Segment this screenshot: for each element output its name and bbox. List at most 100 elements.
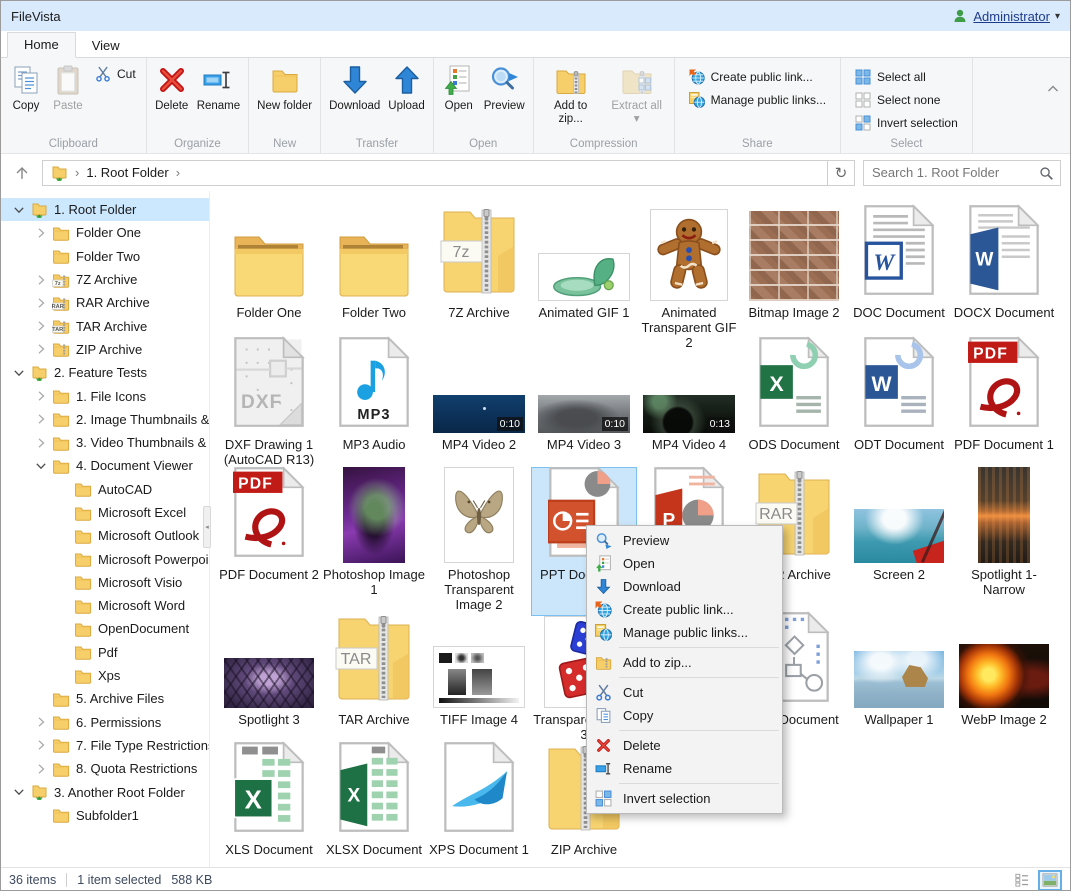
- chevron-collapsed-icon[interactable]: [33, 388, 49, 404]
- chevron-collapsed-icon[interactable]: [33, 761, 49, 777]
- delete-button[interactable]: Delete: [151, 60, 193, 114]
- tree-item-microsoft-word[interactable]: Microsoft Word: [1, 594, 209, 617]
- file-item-pdf-document-2[interactable]: PDFPDF Document 2: [217, 468, 321, 615]
- chevron-collapsed-icon[interactable]: [33, 295, 49, 311]
- create-public-link-button[interactable]: Create public link...: [683, 67, 832, 87]
- tree-item-autocad[interactable]: AutoCAD: [1, 478, 209, 501]
- file-item-folder-one[interactable]: Folder One: [217, 206, 321, 353]
- chevron-collapsed-icon[interactable]: [33, 714, 49, 730]
- file-item-tar-archive[interactable]: TARTAR Archive: [322, 613, 426, 745]
- tree-splitter-handle[interactable]: ◂: [203, 506, 211, 548]
- menu-item-cut[interactable]: Cut: [587, 681, 782, 704]
- file-item-photoshop-image-1[interactable]: Photoshop Image 1: [322, 468, 426, 615]
- breadcrumb[interactable]: › 1. Root Folder ›: [42, 160, 828, 186]
- tree-item-4-document-viewer[interactable]: 4. Document Viewer: [1, 454, 209, 477]
- search-input[interactable]: [864, 161, 1060, 185]
- menu-item-create-public-link[interactable]: Create public link...: [587, 598, 782, 621]
- file-item-bitmap-image-2[interactable]: Bitmap Image 2: [742, 206, 846, 353]
- chevron-collapsed-icon[interactable]: [33, 435, 49, 451]
- file-item-7z-archive[interactable]: 7z7Z Archive: [427, 206, 531, 353]
- menu-item-preview[interactable]: Preview: [587, 529, 782, 552]
- file-item-folder-two[interactable]: Folder Two: [322, 206, 426, 353]
- select-none-button[interactable]: Select none: [849, 90, 964, 110]
- new-folder-button[interactable]: New folder: [253, 60, 316, 114]
- thumbnails-view-button[interactable]: [1038, 870, 1062, 891]
- tree-item-3-video-thumbnails-m[interactable]: 3. Video Thumbnails & M: [1, 431, 209, 454]
- tree-item-2-image-thumbnails-i[interactable]: 2. Image Thumbnails & I: [1, 408, 209, 431]
- file-item-spotlight-3[interactable]: Spotlight 3: [217, 613, 321, 745]
- file-item-animated-transparent-gif-2[interactable]: Animated Transparent GIF 2: [637, 206, 741, 353]
- file-item-mp3-audio[interactable]: MP3MP3 Audio: [322, 338, 426, 470]
- chevron-collapsed-icon[interactable]: [33, 411, 49, 427]
- chevron-expanded-icon[interactable]: [33, 458, 49, 474]
- menu-item-rename[interactable]: Rename: [587, 757, 782, 780]
- file-item-odt-document[interactable]: WODT Document: [847, 338, 951, 470]
- file-item-webp-image-2[interactable]: WebP Image 2: [952, 613, 1056, 745]
- file-item-mp4-video-2[interactable]: 0:10MP4 Video 2: [427, 338, 531, 470]
- chevron-collapsed-icon[interactable]: [33, 272, 49, 288]
- open-button[interactable]: Open: [438, 60, 480, 114]
- tree-item-2-feature-tests[interactable]: 2. Feature Tests: [1, 361, 209, 384]
- file-item-ods-document[interactable]: XODS Document: [742, 338, 846, 470]
- copy-button[interactable]: Copy: [5, 60, 47, 114]
- menu-item-delete[interactable]: Delete: [587, 734, 782, 757]
- tree-item-folder-two[interactable]: Folder Two: [1, 245, 209, 268]
- file-item-docx-document[interactable]: WDOCX Document: [952, 206, 1056, 353]
- menu-item-copy[interactable]: Copy: [587, 704, 782, 727]
- details-view-button[interactable]: [1010, 870, 1034, 891]
- tree-item-8-quota-restrictions[interactable]: 8. Quota Restrictions: [1, 757, 209, 780]
- add-to-zip-button[interactable]: Add to zip...: [538, 60, 604, 126]
- tab-home[interactable]: Home: [7, 32, 76, 58]
- file-item-doc-document[interactable]: WDOC Document: [847, 206, 951, 353]
- download-button[interactable]: Download: [325, 60, 384, 114]
- tree-item-1-file-icons[interactable]: 1. File Icons: [1, 384, 209, 407]
- chevron-expanded-icon[interactable]: [11, 202, 27, 218]
- chevron-collapsed-icon[interactable]: [33, 341, 49, 357]
- file-item-pdf-document-1[interactable]: PDFPDF Document 1: [952, 338, 1056, 470]
- invert-selection-button[interactable]: Invert selection: [849, 113, 964, 133]
- collapse-ribbon-button[interactable]: [1044, 81, 1062, 97]
- tree-item-microsoft-powerpoint[interactable]: Microsoft Powerpoint: [1, 547, 209, 570]
- file-item-screen-2[interactable]: Screen 2: [847, 468, 951, 615]
- tree-item-5-archive-files[interactable]: 5. Archive Files: [1, 687, 209, 710]
- tree-item-zip-archive[interactable]: ZIP Archive: [1, 338, 209, 361]
- tree-item-7-file-type-restrictions[interactable]: 7. File Type Restrictions: [1, 734, 209, 757]
- file-item-animated-gif-1[interactable]: Animated GIF 1: [532, 206, 636, 353]
- tab-view[interactable]: View: [76, 34, 136, 58]
- file-item-wallpaper-1[interactable]: Wallpaper 1: [847, 613, 951, 745]
- up-one-level-button[interactable]: [10, 161, 34, 185]
- file-item-mp4-video-4[interactable]: 0:13MP4 Video 4: [637, 338, 741, 470]
- tree-item-rar-archive[interactable]: RARRAR Archive: [1, 291, 209, 314]
- user-name-link[interactable]: Administrator: [973, 9, 1050, 24]
- tree-item-opendocument[interactable]: OpenDocument: [1, 617, 209, 640]
- file-item-spotlight-1-narrow[interactable]: Spotlight 1-Narrow: [952, 468, 1056, 615]
- user-menu[interactable]: Administrator ▾: [952, 8, 1060, 24]
- file-item-xlsx-document[interactable]: XXLSX Document: [322, 743, 426, 860]
- menu-item-open[interactable]: Open: [587, 552, 782, 575]
- chevron-collapsed-icon[interactable]: [33, 737, 49, 753]
- chevron-expanded-icon[interactable]: [11, 784, 27, 800]
- refresh-button[interactable]: ↻: [828, 160, 855, 186]
- file-item-tiff-image-4[interactable]: TIFF Image 4: [427, 613, 531, 745]
- tree-item-xps[interactable]: Xps: [1, 664, 209, 687]
- cut-button[interactable]: Cut: [89, 64, 142, 84]
- file-item-photoshop-transparent-image-2[interactable]: Photoshop Transparent Image 2: [427, 468, 531, 615]
- tree-item-microsoft-outlook[interactable]: Microsoft Outlook: [1, 524, 209, 547]
- chevron-collapsed-icon[interactable]: [33, 318, 49, 334]
- tree-item-7z-archive[interactable]: 7z7Z Archive: [1, 268, 209, 291]
- chevron-expanded-icon[interactable]: [11, 365, 27, 381]
- menu-item-invert-selection[interactable]: Invert selection: [587, 787, 782, 810]
- tree-item-microsoft-excel[interactable]: Microsoft Excel: [1, 501, 209, 524]
- select-all-button[interactable]: Select all: [849, 67, 964, 87]
- file-item-dxf-drawing-1-autocad-r13[interactable]: DXFDXF Drawing 1 (AutoCAD R13): [217, 338, 321, 470]
- file-item-xls-document[interactable]: XXLS Document: [217, 743, 321, 860]
- tree-item-folder-one[interactable]: Folder One: [1, 221, 209, 244]
- tree-item-3-another-root-folder[interactable]: 3. Another Root Folder: [1, 780, 209, 803]
- rename-button[interactable]: Rename: [193, 60, 244, 114]
- preview-button[interactable]: Preview: [480, 60, 529, 114]
- menu-item-manage-public-links[interactable]: Manage public links...: [587, 621, 782, 644]
- breadcrumb-item[interactable]: 1. Root Folder: [86, 165, 168, 180]
- tree-item-microsoft-visio[interactable]: Microsoft Visio: [1, 571, 209, 594]
- tree-item-pdf[interactable]: Pdf: [1, 641, 209, 664]
- upload-button[interactable]: Upload: [384, 60, 428, 114]
